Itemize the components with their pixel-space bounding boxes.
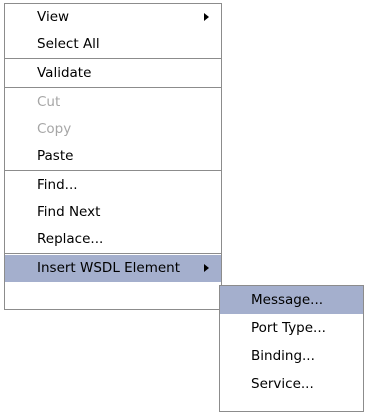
menu-item-label: Paste — [37, 148, 74, 164]
submenu-item-message[interactable]: Message... — [220, 286, 363, 314]
submenu-item-service[interactable]: Service... — [220, 370, 363, 398]
menu-item-label: Cut — [37, 94, 61, 110]
submenu-item-port-type[interactable]: Port Type... — [220, 314, 363, 342]
menu-item-validate[interactable]: Validate — [5, 60, 221, 87]
menu-item-insert-wsdl-element[interactable]: Insert WSDL Element — [5, 255, 221, 282]
menu-item-copy: Copy — [5, 116, 221, 143]
context-menu: View Select All Validate Cut Copy Paste … — [4, 3, 222, 310]
menu-item-label: Copy — [37, 121, 72, 137]
submenu-arrow-icon — [204, 264, 209, 272]
menu-item-label: Binding... — [251, 348, 315, 364]
menu-item-view[interactable]: View — [5, 4, 221, 31]
menu-item-label: Find Next — [37, 204, 101, 220]
menu-item-find-next[interactable]: Find Next — [5, 199, 221, 226]
menu-item-find[interactable]: Find... — [5, 172, 221, 199]
submenu-item-binding[interactable]: Binding... — [220, 342, 363, 370]
menu-item-label: View — [37, 9, 70, 25]
menu-item-paste[interactable]: Paste — [5, 143, 221, 170]
insert-wsdl-submenu: Message... Port Type... Binding... Servi… — [219, 285, 364, 412]
menu-item-label: Select All — [37, 36, 100, 52]
submenu-arrow-icon — [204, 13, 209, 21]
menu-item-label: Message... — [251, 292, 324, 308]
menu-item-label: Find... — [37, 177, 78, 193]
menu-item-label: Replace... — [37, 231, 104, 247]
menu-item-label: Service... — [251, 376, 314, 392]
menu-item-label: Port Type... — [251, 320, 326, 336]
menu-item-select-all[interactable]: Select All — [5, 31, 221, 58]
menu-item-replace[interactable]: Replace... — [5, 226, 221, 253]
menu-item-label: Validate — [37, 65, 92, 81]
menu-item-cut: Cut — [5, 89, 221, 116]
menu-item-label: Insert WSDL Element — [37, 260, 181, 276]
